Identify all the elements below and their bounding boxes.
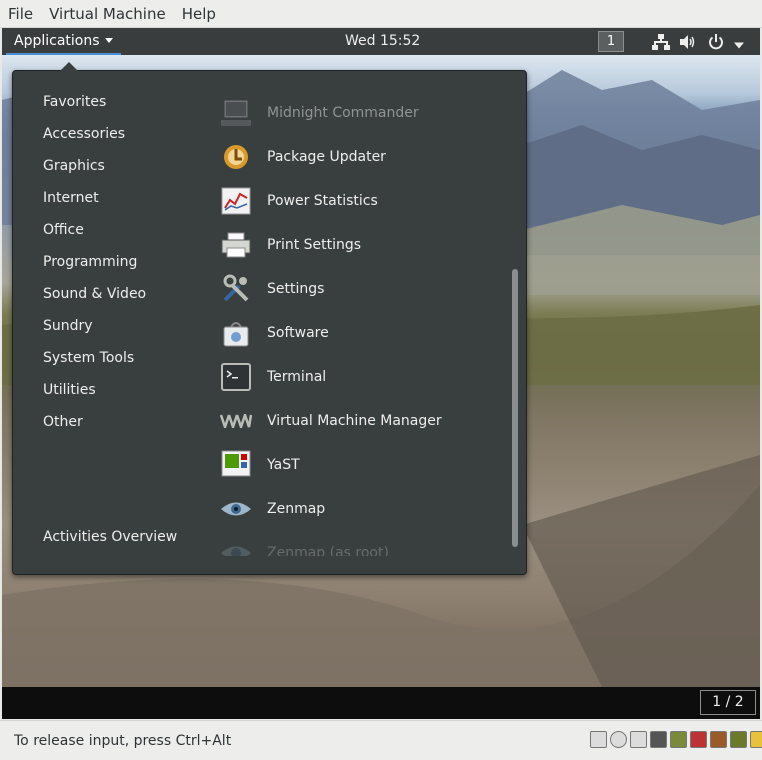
caret-down-icon [104, 38, 113, 43]
applications-menu-button[interactable]: Applications [6, 28, 121, 55]
category-system-tools[interactable]: System Tools [43, 345, 146, 377]
midnight-commander-icon [220, 97, 252, 129]
category-sundry[interactable]: Sundry [43, 313, 146, 345]
app-software[interactable]: Software [218, 311, 508, 355]
guest-screen[interactable]: Applications Wed 15:52 1 Favorites Acces… [2, 28, 760, 719]
volume-icon[interactable] [679, 34, 697, 50]
host-status-icons [590, 731, 762, 748]
app-package-updater[interactable]: Package Updater [218, 135, 508, 179]
network-icon[interactable] [652, 34, 670, 50]
chevron-down-icon[interactable] [734, 38, 744, 54]
serial-icon[interactable] [730, 731, 747, 748]
printer-icon [220, 229, 252, 261]
top-panel: Applications Wed 15:52 1 [2, 28, 760, 55]
release-input-hint: To release input, press Ctrl+Alt [14, 733, 232, 749]
category-sound-video[interactable]: Sound & Video [43, 281, 146, 313]
app-settings[interactable]: Settings [218, 267, 508, 311]
category-utilities[interactable]: Utilities [43, 377, 146, 409]
vmm-icon [220, 405, 252, 437]
category-office[interactable]: Office [43, 217, 146, 249]
app-yast[interactable]: YaST [218, 443, 508, 487]
power-icon[interactable] [708, 34, 724, 50]
package-updater-icon [220, 141, 252, 173]
app-list-scrollbar[interactable] [512, 269, 518, 547]
clock[interactable]: Wed 15:52 [345, 28, 420, 55]
cdrom-icon[interactable] [610, 731, 627, 748]
network-card-icon[interactable] [650, 731, 667, 748]
host-menu-file[interactable]: File [0, 0, 41, 28]
terminal-icon [220, 361, 252, 393]
usb-icon[interactable] [630, 731, 647, 748]
host-menu-virtual-machine[interactable]: Virtual Machine [41, 0, 174, 28]
app-zenmap[interactable]: Zenmap [218, 487, 508, 531]
display-icon[interactable] [670, 731, 687, 748]
bottom-bar: 1 / 2 [2, 687, 760, 719]
host-menu-help[interactable]: Help [174, 0, 224, 28]
eye-icon [220, 537, 252, 556]
workspace-page-indicator[interactable]: 1 / 2 [700, 690, 756, 715]
app-terminal[interactable]: Terminal [218, 355, 508, 399]
category-favorites[interactable]: Favorites [43, 89, 146, 121]
settings-tools-icon [220, 273, 252, 305]
category-other[interactable]: Other [43, 409, 146, 441]
category-internet[interactable]: Internet [43, 185, 146, 217]
app-midnight-commander[interactable]: Midnight Commander [218, 91, 508, 135]
applications-menu: Favorites Accessories Graphics Internet … [12, 62, 527, 575]
yast-icon [220, 449, 252, 481]
host-menubar: File Virtual Machine Help [0, 0, 762, 28]
app-list: Midnight Commander Package Updater Power… [218, 91, 508, 556]
disconnect-icon[interactable] [690, 731, 707, 748]
app-print-settings[interactable]: Print Settings [218, 223, 508, 267]
app-zenmap-root[interactable]: Zenmap (as root) [218, 531, 508, 556]
category-programming[interactable]: Programming [43, 249, 146, 281]
app-virtual-machine-manager[interactable]: Virtual Machine Manager [218, 399, 508, 443]
hdd-icon[interactable] [590, 731, 607, 748]
eye-icon [220, 493, 252, 525]
power-statistics-icon [220, 185, 252, 217]
workspace-indicator[interactable]: 1 [598, 31, 624, 52]
host-status-bar: To release input, press Ctrl+Alt [0, 720, 762, 760]
software-bag-icon [220, 317, 252, 349]
keyboard-capture-icon[interactable] [750, 731, 762, 748]
app-power-statistics[interactable]: Power Statistics [218, 179, 508, 223]
category-accessories[interactable]: Accessories [43, 121, 146, 153]
category-list: Favorites Accessories Graphics Internet … [43, 89, 146, 441]
activities-overview-link[interactable]: Activities Overview [43, 529, 177, 545]
audio-disconnect-icon[interactable] [710, 731, 727, 748]
category-graphics[interactable]: Graphics [43, 153, 146, 185]
applications-label: Applications [14, 32, 100, 49]
